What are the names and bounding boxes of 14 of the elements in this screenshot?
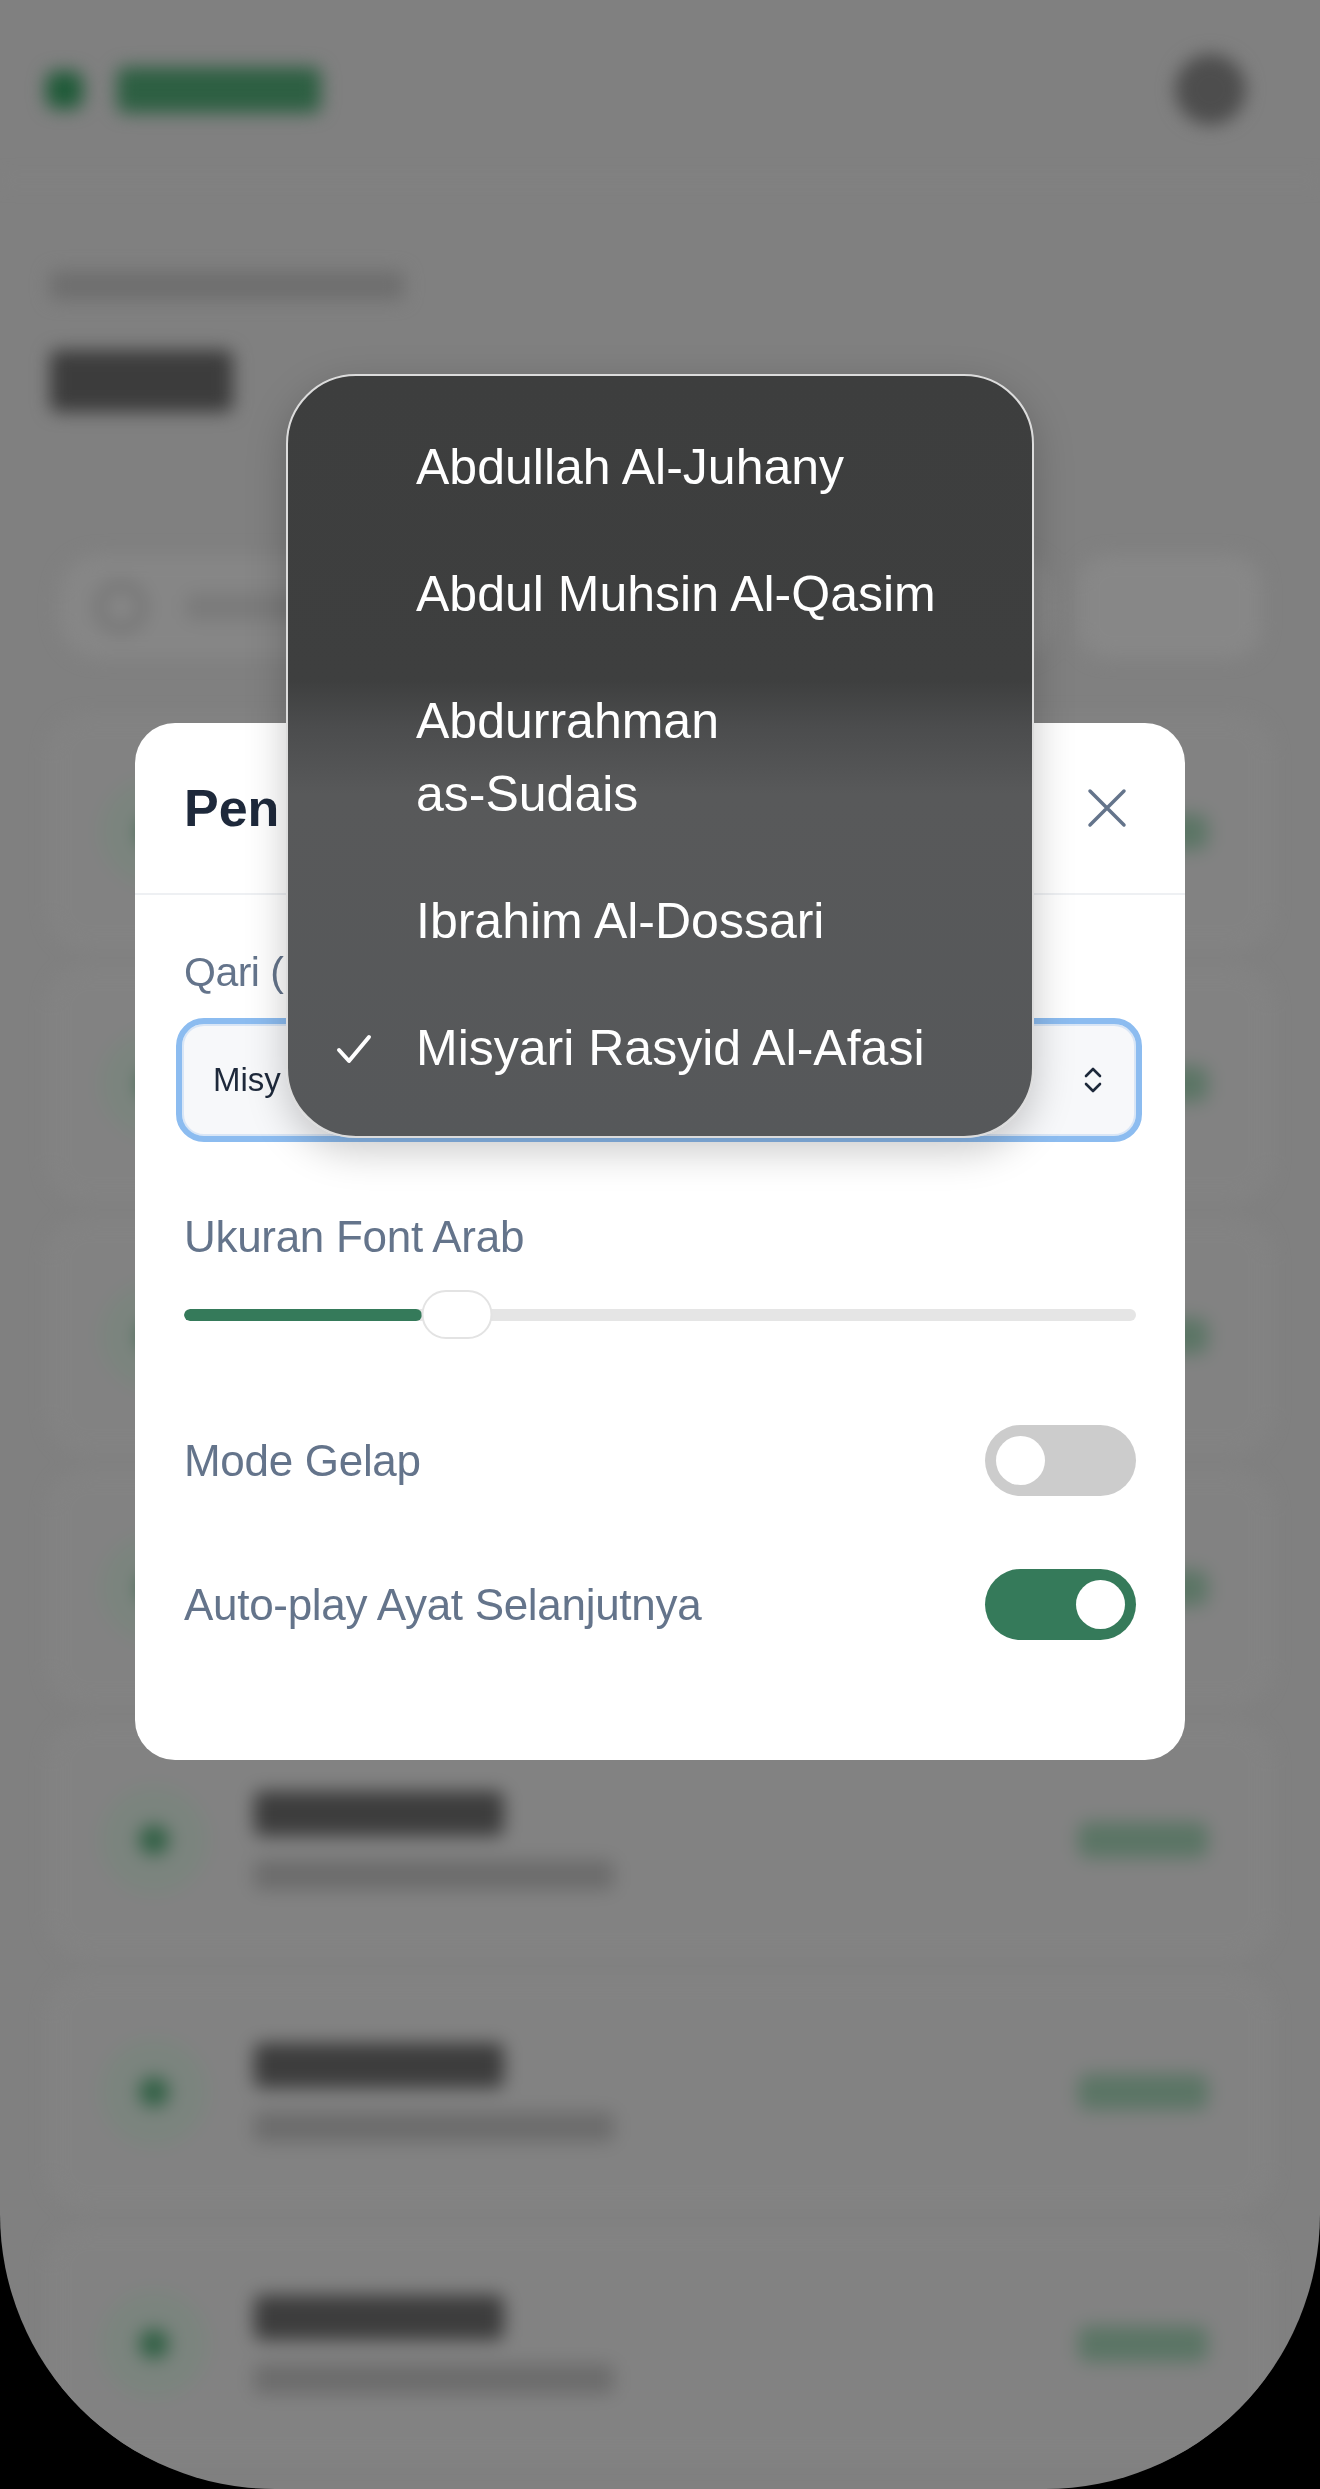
setting-label: Auto-play Ayat Selanjutnya — [184, 1579, 702, 1630]
menu-option[interactable]: Ibrahim Al-Dossari — [288, 858, 1032, 985]
slider-track[interactable] — [184, 1308, 1136, 1321]
chevron-up-down-icon — [1084, 1066, 1102, 1094]
menu-option[interactable]: Abdullah Al-Juhany — [288, 404, 1032, 531]
menu-option[interactable]: Abdul Muhsin Al-Qasim — [288, 531, 1032, 658]
setting-label: Ukuran Font Arab — [184, 1212, 525, 1262]
close-icon — [1087, 788, 1127, 828]
slider-thumb[interactable] — [421, 1290, 493, 1339]
menu-option[interactable]: Abdurrahman as-Sudais — [288, 658, 1032, 858]
setting-label: Mode Gelap — [184, 1435, 421, 1486]
setting-label: Qari ( — [184, 948, 284, 997]
dialog-title: Pen — [184, 777, 280, 839]
menu-option[interactable]: Misyari Rasyid Al-Afasi — [288, 985, 1032, 1112]
